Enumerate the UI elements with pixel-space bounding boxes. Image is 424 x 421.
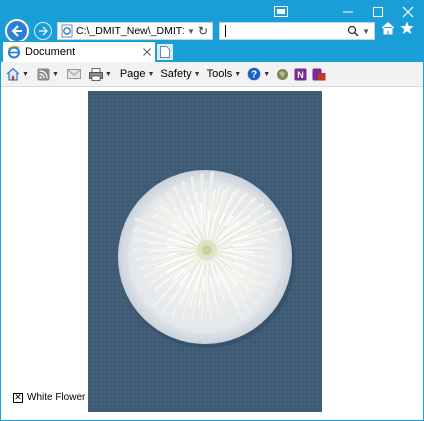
chevron-down-icon: ▼ (147, 70, 155, 78)
minimize-button[interactable] (333, 1, 363, 23)
chevron-down-icon: ▼ (234, 70, 242, 78)
read-mail-button[interactable] (66, 68, 81, 80)
close-icon[interactable] (143, 48, 151, 56)
safety-menu[interactable]: Safety ▼ (160, 68, 200, 80)
browser-window: C:\_DMIT_New\_DMIT153( ▼ ↻ ▼ Document (0, 0, 424, 421)
tab-compat-icon[interactable] (274, 6, 288, 20)
image-alt-text: ✕ White Flower (13, 392, 85, 403)
close-window-button[interactable] (393, 1, 423, 23)
svg-text:N: N (297, 70, 304, 80)
maximize-button[interactable] (363, 1, 393, 23)
text-cursor (225, 25, 226, 37)
search-dropdown-icon[interactable]: ▼ (359, 27, 374, 36)
title-bar: C:\_DMIT_New\_DMIT153( ▼ ↻ ▼ (1, 1, 423, 43)
chevron-down-icon[interactable]: ▼ (263, 71, 270, 78)
help-button[interactable]: ? ▼ (247, 67, 270, 81)
tab-document[interactable]: Document (3, 42, 155, 62)
search-box[interactable]: ▼ (219, 22, 375, 40)
tools-menu-label: Tools (206, 68, 233, 80)
minimize-icon (343, 11, 353, 13)
onenote-button[interactable]: N (294, 68, 307, 81)
home-icon (6, 67, 20, 81)
maximize-icon (373, 7, 383, 17)
new-tab-icon (160, 46, 170, 58)
onenote-icon: N (294, 68, 307, 80)
command-bar: ▼ ▼ ▼ Page ▼ Safety ▼ Tools ▼ ? ▼ N (1, 62, 423, 87)
chevron-down-icon[interactable]: ▼ (22, 71, 29, 78)
svg-text:?: ? (251, 70, 257, 81)
rss-feed-icon (37, 68, 50, 80)
white-flower-image (88, 91, 322, 412)
arrow-right-icon (39, 26, 48, 36)
chevron-down-icon: ▼ (193, 70, 201, 78)
star-icon[interactable] (400, 21, 414, 35)
home-icon[interactable] (381, 21, 395, 35)
broken-image-icon: ✕ (13, 392, 23, 403)
address-text[interactable]: C:\_DMIT_New\_DMIT153( (74, 25, 184, 37)
arrow-left-icon (11, 25, 22, 37)
close-icon (402, 6, 414, 18)
print-button[interactable]: ▼ (88, 67, 112, 81)
home-button[interactable]: ▼ (6, 67, 29, 81)
ie-logo-icon (7, 45, 21, 59)
send-to-onenote-button[interactable] (312, 68, 326, 81)
image-alt-label: White Flower (27, 392, 86, 403)
new-tab-button[interactable] (157, 44, 173, 60)
address-bar[interactable]: C:\_DMIT_New\_DMIT153( ▼ ↻ (57, 22, 213, 40)
research-button[interactable] (276, 68, 289, 81)
chevron-down-icon[interactable]: ▼ (105, 71, 112, 78)
send-to-onenote-icon (312, 68, 326, 80)
tab-title: Document (25, 46, 76, 58)
back-button[interactable] (5, 19, 29, 43)
feeds-button[interactable]: ▼ (37, 68, 59, 81)
printer-icon (88, 67, 103, 81)
tab-strip: Document (1, 41, 423, 62)
chevron-down-icon[interactable]: ▼ (52, 71, 59, 78)
help-icon: ? (247, 67, 261, 81)
page-menu[interactable]: Page ▼ (120, 68, 155, 80)
chevron-down-icon[interactable]: ▼ (184, 27, 198, 36)
page-menu-label: Page (119, 68, 146, 80)
page-content: ✕ White Flower (1, 87, 423, 420)
research-icon (277, 68, 289, 80)
safety-menu-label: Safety (160, 68, 192, 80)
toolbar-right (381, 21, 414, 35)
refresh-icon[interactable]: ↻ (198, 24, 212, 38)
ie-page-icon (61, 24, 73, 38)
window-controls (333, 1, 423, 23)
flower-photo (88, 91, 322, 412)
magnifier-icon[interactable] (347, 25, 359, 37)
forward-button[interactable] (34, 22, 52, 40)
tools-menu[interactable]: Tools ▼ (207, 68, 242, 80)
mail-icon (66, 69, 81, 79)
